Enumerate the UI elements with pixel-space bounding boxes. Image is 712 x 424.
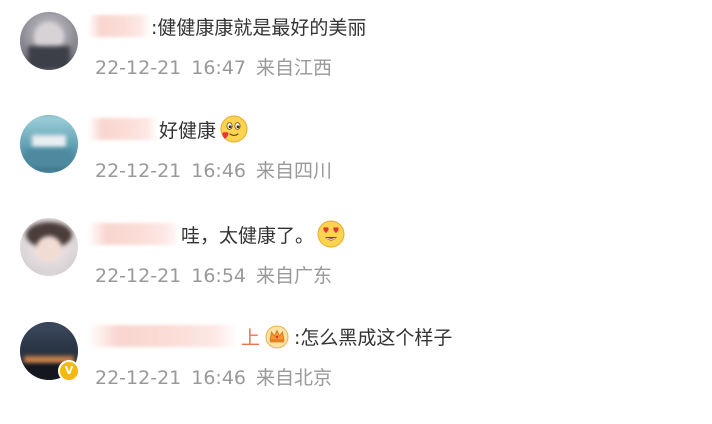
comment-date: 22-12-21 [95, 367, 182, 389]
comment-meta: 22-12-21 16:46 来自北京 [95, 363, 332, 390]
verified-badge: V [58, 360, 80, 382]
comment-date: 22-12-21 [95, 160, 182, 182]
comment-time: 16:54 [191, 265, 247, 287]
comment-location: 来自广东 [256, 265, 333, 287]
avatar[interactable] [20, 218, 78, 276]
comment-text-line: 上 :怎么黑成这个样子 [88, 322, 452, 350]
comment-text-line: :健健康康就是最好的美丽 [88, 12, 366, 40]
username[interactable] [88, 118, 158, 140]
comment-location: 来自江西 [256, 57, 333, 79]
username[interactable] [88, 15, 150, 37]
comment-meta: 22-12-21 16:47 来自江西 [95, 53, 332, 80]
comment-text: :健健康康就是最好的美丽 [151, 16, 367, 39]
comment-text: 哇，太健康了。 [181, 224, 315, 247]
comment-text-line: 好健康 [88, 115, 248, 143]
comment-date: 22-12-21 [95, 57, 182, 79]
comment-item: :健健康康就是最好的美丽 22-12-21 16:47 来自江西 [0, 0, 712, 100]
hugging-heart-emoji [218, 114, 248, 144]
comment-item: 哇，太健康了。 22-12-21 16:54 来自广东 [0, 206, 712, 306]
comment-text: :怎么黑成这个样子 [294, 326, 453, 349]
comment-meta: 22-12-21 16:54 来自广东 [95, 261, 332, 288]
username[interactable] [88, 325, 238, 347]
comment-date: 22-12-21 [95, 265, 182, 287]
comment-time: 16:46 [191, 367, 247, 389]
comment-time: 16:46 [191, 160, 247, 182]
username-suffix[interactable]: 上 [241, 323, 260, 350]
heart-eyes-emoji [316, 219, 346, 249]
comment-location: 来自北京 [256, 367, 333, 389]
avatar[interactable] [20, 12, 78, 70]
comment-text: 好健康 [159, 119, 217, 142]
comment-text-line: 哇，太健康了。 [88, 220, 346, 248]
avatar[interactable] [20, 115, 78, 173]
comment-item: V 上 :怎么黑成这个样子 22-12-21 16:46 来自北京 [0, 310, 712, 410]
comment-item: 好健康 22-12-21 16:46 来自四川 [0, 103, 712, 203]
crown-badge-icon [264, 323, 290, 349]
comment-location: 来自四川 [256, 160, 333, 182]
username[interactable] [88, 223, 180, 245]
comment-meta: 22-12-21 16:46 来自四川 [95, 156, 332, 183]
comment-time: 16:47 [191, 57, 247, 79]
